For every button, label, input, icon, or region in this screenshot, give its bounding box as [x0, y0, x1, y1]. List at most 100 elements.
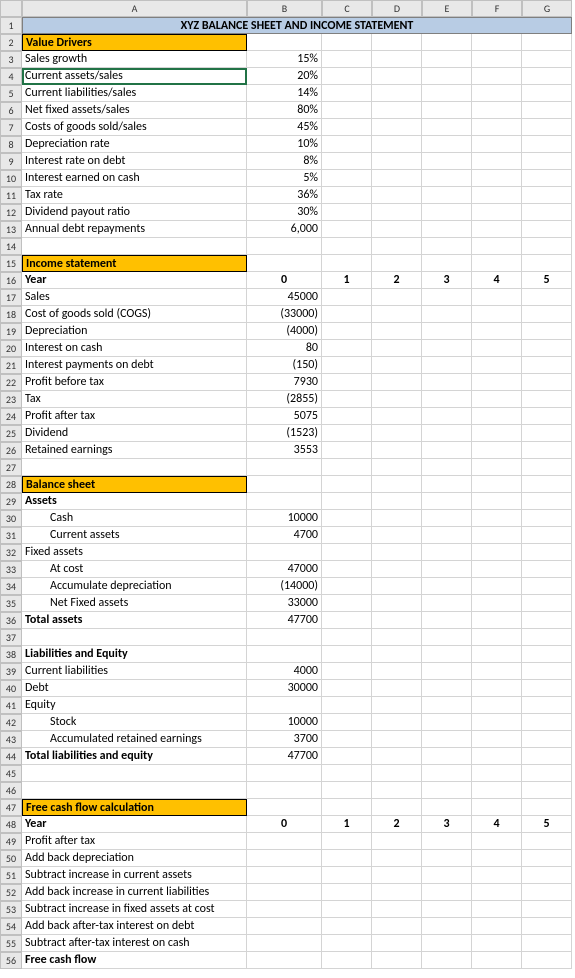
cell-G45[interactable]: [522, 765, 572, 782]
cell-D45[interactable]: [372, 765, 422, 782]
cell-B7[interactable]: 45%: [247, 119, 322, 136]
cell-D29[interactable]: [372, 493, 422, 510]
cell-B9[interactable]: 8%: [247, 153, 322, 170]
cell-B53[interactable]: [247, 901, 322, 918]
cell-E41[interactable]: [422, 697, 472, 714]
cell-C32[interactable]: [322, 544, 372, 561]
row-header-17[interactable]: 17: [0, 289, 22, 306]
cell-F36[interactable]: [472, 612, 522, 629]
cell-D11[interactable]: [372, 187, 422, 204]
col-header-A[interactable]: A: [22, 0, 247, 17]
cell-G8[interactable]: [522, 136, 572, 153]
cell-E6[interactable]: [422, 102, 472, 119]
cell-G46[interactable]: [522, 782, 572, 799]
cell-C40[interactable]: [322, 680, 372, 697]
cell-A50[interactable]: Add back depreciation: [22, 850, 247, 867]
cell-B37[interactable]: [247, 629, 322, 646]
cell-B56[interactable]: [247, 952, 322, 969]
row-header-54[interactable]: 54: [0, 918, 22, 935]
cell-G54[interactable]: [522, 918, 572, 935]
cell-B38[interactable]: [247, 646, 322, 663]
cell-D5[interactable]: [372, 85, 422, 102]
cell-E3[interactable]: [422, 51, 472, 68]
cell-B34[interactable]: (14000): [247, 578, 322, 595]
cell-C33[interactable]: [322, 561, 372, 578]
cell-A24[interactable]: Profit after tax: [22, 408, 247, 425]
cell-A1[interactable]: XYZ BALANCE SHEET AND INCOME STATEMENT: [22, 17, 572, 34]
cell-D26[interactable]: [372, 442, 422, 459]
cell-B26[interactable]: 3553: [247, 442, 322, 459]
row-header-21[interactable]: 21: [0, 357, 22, 374]
cell-C37[interactable]: [322, 629, 372, 646]
cell-D28[interactable]: [372, 476, 422, 493]
row-header-53[interactable]: 53: [0, 901, 22, 918]
cell-G53[interactable]: [522, 901, 572, 918]
cell-G55[interactable]: [522, 935, 572, 952]
cell-D22[interactable]: [372, 374, 422, 391]
cell-D8[interactable]: [372, 136, 422, 153]
cell-F17[interactable]: [472, 289, 522, 306]
row-header-35[interactable]: 35: [0, 595, 22, 612]
cell-C7[interactable]: [322, 119, 372, 136]
cell-B48[interactable]: 0: [247, 816, 322, 833]
cell-F14[interactable]: [472, 238, 522, 255]
cell-E55[interactable]: [422, 935, 472, 952]
cell-D33[interactable]: [372, 561, 422, 578]
cell-A27[interactable]: [22, 459, 247, 476]
cell-E49[interactable]: [422, 833, 472, 850]
cell-A8[interactable]: Depreciation rate: [22, 136, 247, 153]
row-header-3[interactable]: 3: [0, 51, 22, 68]
row-header-56[interactable]: 56: [0, 952, 22, 969]
cell-E27[interactable]: [422, 459, 472, 476]
cell-D25[interactable]: [372, 425, 422, 442]
cell-D50[interactable]: [372, 850, 422, 867]
cell-A47[interactable]: Free cash flow calculation: [22, 799, 247, 816]
cell-G23[interactable]: [522, 391, 572, 408]
cell-B30[interactable]: 10000: [247, 510, 322, 527]
cell-A26[interactable]: Retained earnings: [22, 442, 247, 459]
cell-B32[interactable]: [247, 544, 322, 561]
cell-G37[interactable]: [522, 629, 572, 646]
cell-F41[interactable]: [472, 697, 522, 714]
cell-F20[interactable]: [472, 340, 522, 357]
cell-C41[interactable]: [322, 697, 372, 714]
cell-B36[interactable]: 47700: [247, 612, 322, 629]
cell-D34[interactable]: [372, 578, 422, 595]
cell-A45[interactable]: [22, 765, 247, 782]
cell-F54[interactable]: [472, 918, 522, 935]
cell-G12[interactable]: [522, 204, 572, 221]
cell-E13[interactable]: [422, 221, 472, 238]
cell-D46[interactable]: [372, 782, 422, 799]
row-header-6[interactable]: 6: [0, 102, 22, 119]
row-header-1[interactable]: 1: [0, 17, 22, 34]
cell-B22[interactable]: 7930: [247, 374, 322, 391]
row-header-45[interactable]: 45: [0, 765, 22, 782]
cell-E51[interactable]: [422, 867, 472, 884]
cell-G3[interactable]: [522, 51, 572, 68]
cell-F48[interactable]: 4: [472, 816, 522, 833]
cell-C22[interactable]: [322, 374, 372, 391]
cell-D24[interactable]: [372, 408, 422, 425]
cell-A49[interactable]: Profit after tax: [22, 833, 247, 850]
row-header-43[interactable]: 43: [0, 731, 22, 748]
cell-F46[interactable]: [472, 782, 522, 799]
cell-B20[interactable]: 80: [247, 340, 322, 357]
cell-G30[interactable]: [522, 510, 572, 527]
cell-E9[interactable]: [422, 153, 472, 170]
cell-A39[interactable]: Current liabilities: [22, 663, 247, 680]
cell-C20[interactable]: [322, 340, 372, 357]
cell-B28[interactable]: [247, 476, 322, 493]
row-header-51[interactable]: 51: [0, 867, 22, 884]
cell-B46[interactable]: [247, 782, 322, 799]
cell-A7[interactable]: Costs of goods sold/sales: [22, 119, 247, 136]
cell-G39[interactable]: [522, 663, 572, 680]
row-header-4[interactable]: 4: [0, 68, 22, 85]
cell-A15[interactable]: Income statement: [22, 255, 247, 272]
cell-C30[interactable]: [322, 510, 372, 527]
cell-C42[interactable]: [322, 714, 372, 731]
row-header-25[interactable]: 25: [0, 425, 22, 442]
cell-D21[interactable]: [372, 357, 422, 374]
row-header-31[interactable]: 31: [0, 527, 22, 544]
cell-G20[interactable]: [522, 340, 572, 357]
cell-D52[interactable]: [372, 884, 422, 901]
